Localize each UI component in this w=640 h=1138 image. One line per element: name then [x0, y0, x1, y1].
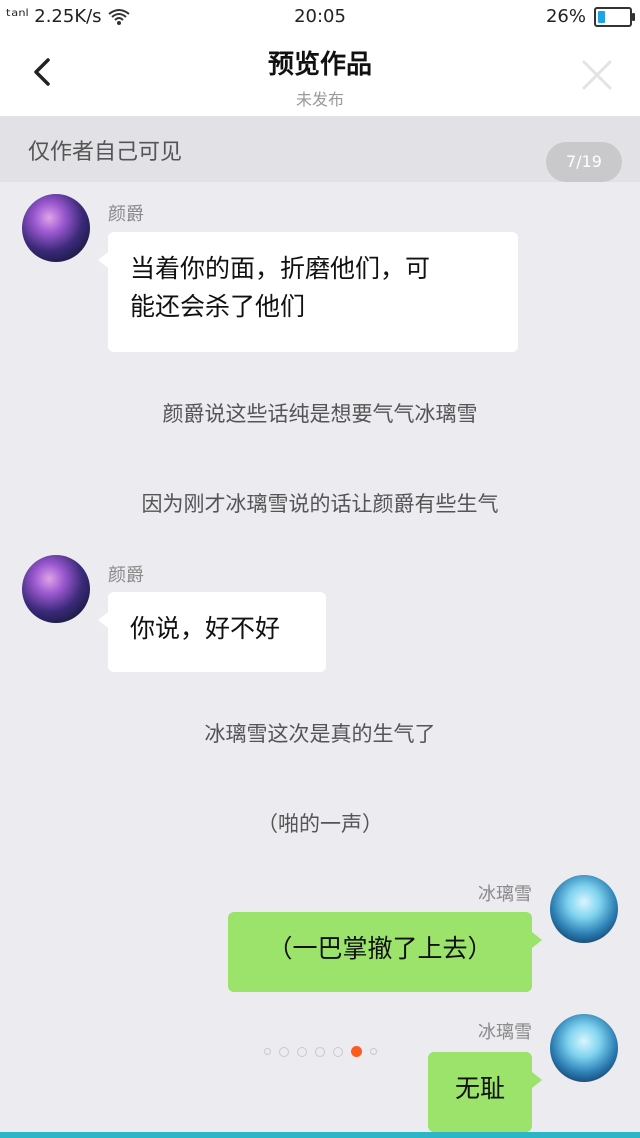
- battery-icon: [594, 6, 635, 27]
- page-counter-badge: 7/19: [546, 142, 622, 182]
- close-icon[interactable]: [578, 56, 616, 94]
- message-text-line: 能还会杀了他们: [130, 292, 306, 321]
- page-indicator: [264, 1046, 377, 1057]
- visibility-text: 仅作者自己可见: [28, 140, 183, 165]
- narration-text: （啪的一声）: [257, 812, 383, 836]
- page-dot: [333, 1046, 343, 1057]
- page-dot: [297, 1046, 307, 1057]
- message-bubble: （一巴掌撤了上去）: [228, 912, 542, 992]
- header: 预览作品 未发布: [0, 34, 640, 116]
- avatar[interactable]: [22, 555, 90, 623]
- battery-percent: 26%: [545, 6, 586, 27]
- message-bubble: 你说，好不好: [98, 592, 326, 672]
- narration-text: 因为刚才冰璃雪说的话让颜爵有些生气: [141, 492, 499, 516]
- page-dot: [370, 1048, 377, 1055]
- battery-level: [598, 10, 605, 23]
- page-dot: [315, 1046, 325, 1057]
- page-dot: [351, 1046, 362, 1057]
- sender-name: 冰璃雪: [478, 884, 532, 905]
- status-bar: ᵗᵃⁿˡ 2.25K/s 20:05 26%: [0, 0, 640, 34]
- avatar[interactable]: [22, 194, 90, 262]
- narration-text: 颜爵说这些话纯是想要气气冰璃雪: [162, 402, 478, 426]
- bottom-accent-line: [0, 1132, 640, 1138]
- narration-text: 冰璃雪这次是真的生气了: [204, 722, 436, 746]
- status-time: 20:05: [294, 6, 346, 27]
- visibility-bar: 仅作者自己可见 7/19: [0, 116, 640, 182]
- avatar[interactable]: [550, 875, 618, 943]
- battery-status: 26%: [545, 6, 635, 27]
- sender-name: 冰璃雪: [478, 1022, 532, 1043]
- message-text: 你说，好不好: [130, 614, 281, 643]
- message-bubble: 无耻: [428, 1052, 542, 1132]
- sender-name: 颜爵: [108, 204, 144, 225]
- avatar[interactable]: [550, 1014, 618, 1082]
- page-subtitle: 未发布: [295, 90, 344, 109]
- page-dot: [279, 1046, 289, 1057]
- page-dot: [264, 1048, 271, 1055]
- page-title: 预览作品: [267, 50, 372, 80]
- message-text: （一巴掌撤了上去）: [267, 934, 493, 963]
- message-bubble: 当着你的面，折磨他们，可 能还会杀了他们: [98, 232, 518, 352]
- message-text: 无耻: [454, 1074, 505, 1103]
- message-text-line: 当着你的面，折磨他们，可: [130, 254, 431, 283]
- sender-name: 颜爵: [108, 565, 144, 586]
